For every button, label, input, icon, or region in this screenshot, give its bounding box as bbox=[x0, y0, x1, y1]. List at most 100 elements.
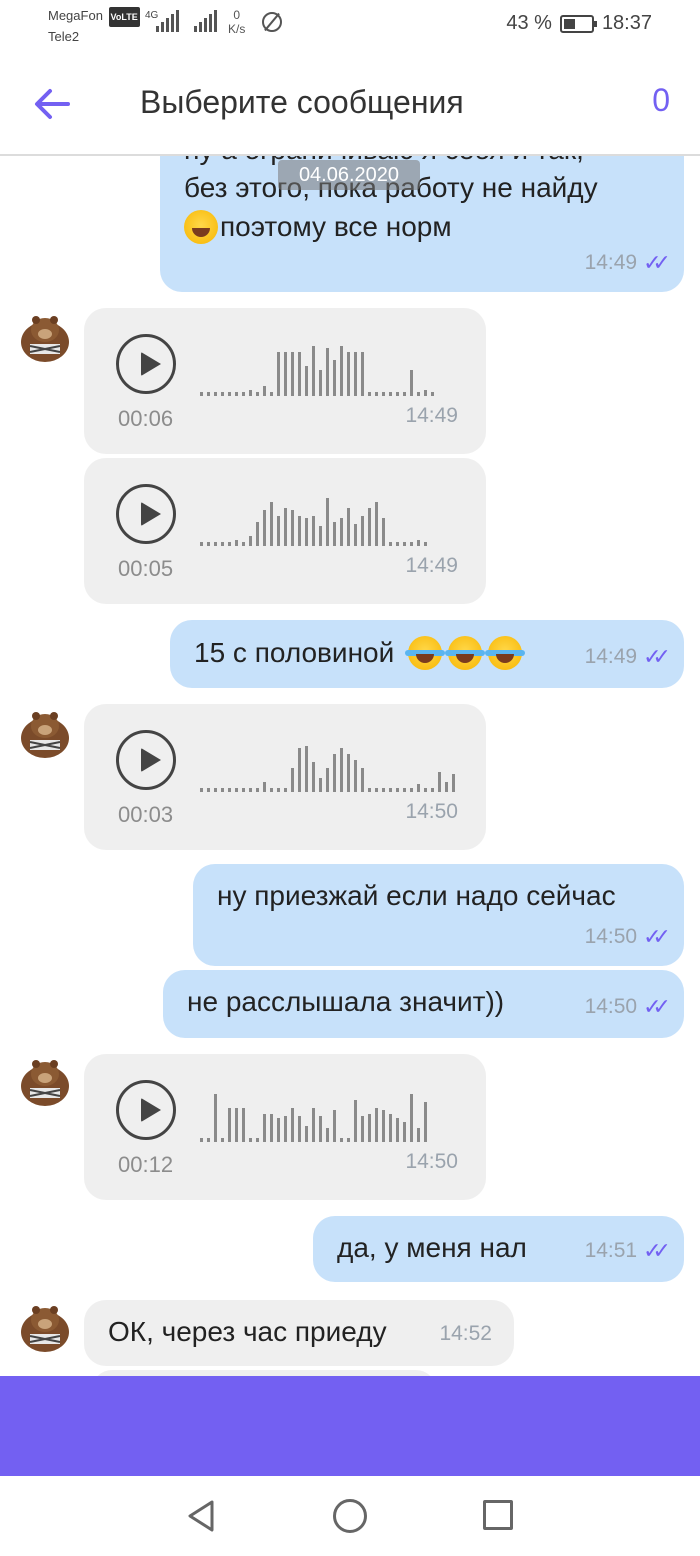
voice-message[interactable]: 00:05 14:49 bbox=[84, 458, 486, 604]
waveform-bar bbox=[228, 788, 231, 792]
waveform-bar bbox=[214, 542, 217, 546]
voice-duration: 00:03 bbox=[118, 802, 174, 827]
waveform-bar bbox=[354, 1100, 357, 1142]
message-time: 14:50 bbox=[405, 800, 458, 823]
waveform-bar bbox=[417, 1128, 420, 1142]
nav-home-circle-icon[interactable] bbox=[333, 1499, 367, 1533]
message-text: ОК, через час приеду bbox=[108, 1316, 387, 1347]
play-button[interactable] bbox=[116, 730, 176, 790]
waveform-bar bbox=[270, 1114, 273, 1142]
waveform-bar bbox=[312, 516, 315, 546]
waveform-bar bbox=[403, 1122, 406, 1142]
waveform-bar bbox=[242, 542, 245, 546]
message-time: 14:50 bbox=[584, 925, 638, 948]
message-meta: 14:50 ✓✓ bbox=[585, 994, 671, 1020]
waveform-bar bbox=[340, 346, 343, 396]
message-bubble-outgoing[interactable]: не расслышала значит)) 14:50 ✓✓ bbox=[163, 970, 684, 1038]
waveform-bar bbox=[284, 508, 287, 546]
waveform-bar bbox=[389, 542, 392, 546]
avatar[interactable] bbox=[14, 1296, 76, 1358]
voice-message[interactable]: 00:12 14:50 bbox=[84, 1054, 486, 1200]
waveform-bar bbox=[305, 746, 308, 792]
waveform-bar bbox=[424, 542, 427, 546]
waveform-bar bbox=[417, 540, 420, 546]
network-speed: 0 K/s bbox=[228, 8, 245, 36]
waveform-bar bbox=[256, 1138, 259, 1142]
waveform-bar bbox=[347, 754, 350, 792]
voice-waveform bbox=[200, 1090, 462, 1142]
waveform-bar bbox=[263, 510, 266, 546]
waveform-bar bbox=[347, 352, 350, 396]
voice-message[interactable]: 00:03 14:50 bbox=[84, 704, 486, 850]
waveform-bar bbox=[263, 782, 266, 792]
waveform-bar bbox=[207, 542, 210, 546]
avatar[interactable] bbox=[14, 1050, 76, 1112]
waveform-bar bbox=[249, 1138, 252, 1142]
waveform-bar bbox=[242, 1108, 245, 1142]
nav-recent-apps-square-icon[interactable] bbox=[483, 1500, 513, 1530]
message-bubble-outgoing[interactable]: ну приезжай если надо сейчас 14:50 ✓✓ bbox=[193, 864, 684, 966]
message-text: ну приезжай если надо сейчас bbox=[217, 880, 616, 911]
waveform-bar bbox=[221, 392, 224, 396]
waveform-bar bbox=[326, 1128, 329, 1142]
waveform-bar bbox=[431, 788, 434, 792]
waveform-bar bbox=[382, 1110, 385, 1142]
waveform-bar bbox=[375, 502, 378, 546]
voice-waveform bbox=[200, 740, 462, 792]
page-title: Выберите сообщения bbox=[140, 84, 464, 120]
play-button[interactable] bbox=[116, 1080, 176, 1140]
message-bubble-outgoing[interactable]: ну а ограничиваю я себя и так, без этого… bbox=[160, 156, 684, 292]
message-bubble-outgoing[interactable]: да, у меня нал 14:51 ✓✓ bbox=[313, 1216, 684, 1282]
message-bubble-outgoing[interactable]: 15 с половиной 14:49 ✓✓ bbox=[170, 620, 684, 688]
status-right: 43 % 18:37 bbox=[506, 12, 652, 35]
waveform-bar bbox=[326, 348, 329, 396]
waveform-bar bbox=[424, 788, 427, 792]
bear-avatar-icon bbox=[21, 316, 69, 362]
waveform-bar bbox=[214, 1094, 217, 1142]
voice-duration: 00:06 bbox=[118, 406, 174, 431]
waveform-bar bbox=[270, 788, 273, 792]
waveform-bar bbox=[270, 392, 273, 396]
message-time: 14:49 bbox=[405, 404, 458, 427]
waveform-bar bbox=[403, 392, 406, 396]
waveform-bar bbox=[424, 390, 427, 396]
waveform-bar bbox=[333, 754, 336, 792]
selection-action-bar[interactable] bbox=[0, 1376, 700, 1476]
waveform-bar bbox=[228, 1108, 231, 1142]
waveform-bar bbox=[347, 508, 350, 546]
bear-avatar-icon bbox=[21, 712, 69, 758]
waveform-bar bbox=[361, 352, 364, 396]
message-time: 14:49 bbox=[584, 645, 638, 668]
waveform-bar bbox=[207, 788, 210, 792]
waveform-bar bbox=[361, 768, 364, 792]
waveform-bar bbox=[375, 392, 378, 396]
avatar[interactable] bbox=[14, 306, 76, 368]
waveform-bar bbox=[277, 788, 280, 792]
play-button[interactable] bbox=[116, 334, 176, 394]
waveform-bar bbox=[207, 1138, 210, 1142]
waveform-bar bbox=[333, 1110, 336, 1142]
waveform-bar bbox=[382, 392, 385, 396]
read-checkmarks-icon: ✓✓ bbox=[643, 994, 671, 1019]
avatar[interactable] bbox=[14, 702, 76, 764]
waveform-bar bbox=[403, 788, 406, 792]
waveform-bar bbox=[312, 762, 315, 792]
battery-icon bbox=[559, 14, 597, 33]
waveform-bar bbox=[375, 1108, 378, 1142]
waveform-bar bbox=[298, 352, 301, 396]
waveform-bar bbox=[368, 1114, 371, 1142]
chat-area[interactable]: 04.06.2020 ну а ограничиваю я себя и так… bbox=[0, 156, 700, 1376]
waveform-bar bbox=[256, 392, 259, 396]
voice-message[interactable]: 00:06 14:49 bbox=[84, 308, 486, 454]
read-checkmarks-icon: ✓✓ bbox=[643, 1238, 671, 1263]
back-arrow-icon[interactable] bbox=[30, 82, 74, 126]
play-button[interactable] bbox=[116, 484, 176, 544]
waveform-bar bbox=[452, 774, 455, 792]
message-bubble-incoming[interactable]: ОК, через час приеду 14:52 bbox=[84, 1300, 514, 1366]
system-navigation-bar bbox=[0, 1476, 700, 1556]
waveform-bar bbox=[389, 788, 392, 792]
tears-of-joy-emoji-icon bbox=[485, 636, 526, 670]
nav-back-triangle-icon[interactable] bbox=[184, 1498, 220, 1534]
volte-badge: VoLTE bbox=[108, 6, 140, 27]
voice-duration: 00:12 bbox=[118, 1152, 174, 1177]
